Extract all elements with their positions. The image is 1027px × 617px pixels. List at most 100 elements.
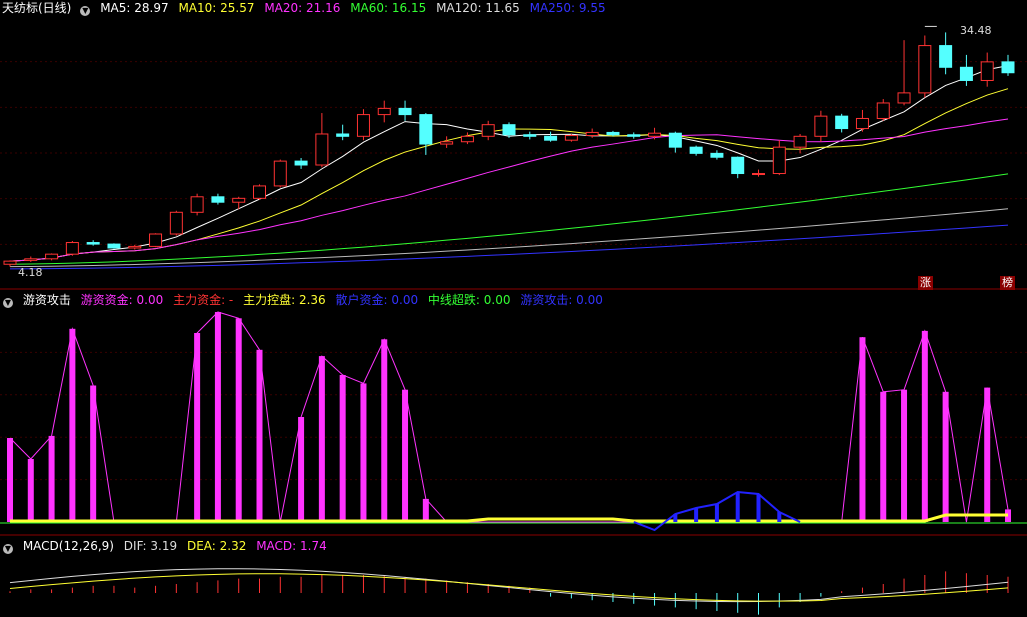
ma20-label: MA20: 21.16	[264, 1, 341, 15]
main-control-label: 主力控盘: 2.36	[243, 293, 326, 307]
youzi-bar	[859, 337, 866, 522]
candle-body	[336, 133, 350, 137]
macd-panel: ▼ MACD(12,26,9) DIF: 3.19 DEA: 2.32 MACD…	[0, 538, 1027, 617]
macd-header: ▼ MACD(12,26,9) DIF: 3.19 DEA: 2.32 MACD…	[0, 538, 333, 554]
youzi-bar	[984, 387, 991, 522]
retail-bar	[673, 514, 678, 522]
retail-bar	[714, 504, 719, 522]
candle-body	[460, 135, 474, 143]
candle-body	[1001, 61, 1015, 74]
stock-title[interactable]: 天纺标(日线)	[2, 1, 71, 15]
youzi-bar	[298, 417, 305, 522]
candle-body	[190, 196, 204, 213]
candle-body	[149, 233, 163, 247]
retail-bar	[777, 512, 782, 522]
dropdown-icon[interactable]: ▼	[80, 6, 91, 16]
macd-label: MACD: 1.74	[256, 539, 327, 553]
candle-body	[689, 146, 703, 154]
candle-body	[731, 156, 745, 175]
youzi-bar	[7, 438, 13, 522]
dropdown-icon[interactable]: ▼	[3, 298, 13, 308]
candle-body	[419, 114, 433, 145]
main-header: 天纺标(日线) ▼ MA5: 28.97 MA10: 25.57 MA20: 21…	[0, 0, 612, 16]
candle-body	[377, 107, 391, 116]
youzi-bar	[48, 435, 55, 522]
youzi-bar	[235, 318, 242, 522]
dif-label: DIF: 3.19	[123, 539, 178, 553]
candle-body	[668, 132, 682, 148]
youzi-bar	[214, 312, 221, 522]
youzi-bar	[901, 389, 908, 522]
candle-body	[835, 115, 849, 130]
candle-body	[65, 242, 79, 255]
macd-title[interactable]: MACD(12,26,9)	[23, 539, 114, 553]
indicator-header: ▼ 游资攻击 游资资金: 0.00 主力资金: - 主力控盘: 2.36 散户资…	[0, 292, 609, 308]
candle-body	[564, 135, 578, 141]
retail-bar	[756, 494, 761, 522]
indicator-panel: ▼ 游资攻击 游资资金: 0.00 主力资金: - 主力控盘: 2.36 散户资…	[0, 292, 1027, 536]
candle-body	[959, 66, 973, 81]
indicator-chart	[0, 311, 1027, 536]
youzi-bar	[422, 498, 429, 522]
candle-body	[793, 135, 807, 148]
candle-body	[440, 141, 454, 145]
candle-body	[710, 152, 724, 158]
indicator-title[interactable]: 游资攻击	[23, 293, 71, 307]
candle-body	[939, 45, 953, 68]
main-panel: 天纺标(日线) ▼ MA5: 28.97 MA10: 25.57 MA20: 21…	[0, 0, 1027, 290]
candlestick-chart	[0, 25, 1027, 290]
candle-body	[169, 211, 183, 235]
ma5-line	[9, 65, 1009, 262]
youzi-fund-label: 游资资金: 0.00	[80, 293, 164, 307]
candle-body	[814, 115, 828, 137]
ma60-line	[9, 173, 1009, 265]
youzi-bar	[381, 339, 388, 522]
youzi-bar	[880, 391, 887, 522]
main-control-line	[10, 513, 1008, 523]
youzi-bar	[194, 333, 201, 522]
ma120-label: MA120: 11.65	[436, 1, 520, 15]
youzi-bar	[90, 385, 97, 522]
candle-body	[544, 135, 558, 141]
candle-body	[502, 124, 516, 136]
youzi-bar	[318, 356, 325, 522]
candle-body	[752, 173, 765, 176]
candle-body	[356, 114, 370, 137]
candle-body	[627, 134, 641, 137]
ma250-label: MA250: 9.55	[529, 1, 606, 15]
candle-body	[294, 160, 308, 166]
youzi-line	[9, 311, 1009, 523]
youzi-bar	[27, 459, 34, 522]
ma10-label: MA10: 25.57	[178, 1, 255, 15]
youzi-bar	[256, 349, 263, 522]
candle-body	[918, 45, 932, 94]
youzi-bar	[402, 389, 409, 522]
retail-bar	[735, 492, 740, 522]
candle-body	[897, 92, 911, 104]
candle-body	[980, 61, 994, 81]
candle-body	[585, 131, 599, 137]
candle-body	[232, 197, 246, 203]
retail-fund-label: 散户资金: 0.00	[335, 293, 419, 307]
candle-body	[855, 117, 869, 130]
retail-bar	[694, 508, 699, 522]
dropdown-icon[interactable]: ▼	[3, 544, 13, 554]
zhang-tag[interactable]: 涨	[918, 276, 933, 290]
candle-body	[481, 124, 495, 137]
youzi-bar	[921, 330, 928, 522]
candle-body	[128, 245, 142, 249]
candle-body	[606, 131, 620, 136]
dea-label: DEA: 2.32	[186, 539, 247, 553]
high-price-label: 34.48	[960, 24, 992, 37]
candle-body	[3, 260, 17, 265]
candle-body	[24, 258, 38, 261]
youzi-bar	[360, 383, 367, 522]
bang-tag[interactable]: 榜	[1000, 276, 1015, 290]
dif-line	[9, 568, 1009, 603]
candle-body	[523, 134, 537, 137]
candle-body	[86, 242, 100, 245]
youzi-attack-label: 游资攻击: 0.00	[520, 293, 603, 307]
candle-body	[876, 102, 890, 119]
ma250-line	[9, 224, 1009, 270]
main-fund-label: 主力资金: -	[173, 293, 234, 307]
